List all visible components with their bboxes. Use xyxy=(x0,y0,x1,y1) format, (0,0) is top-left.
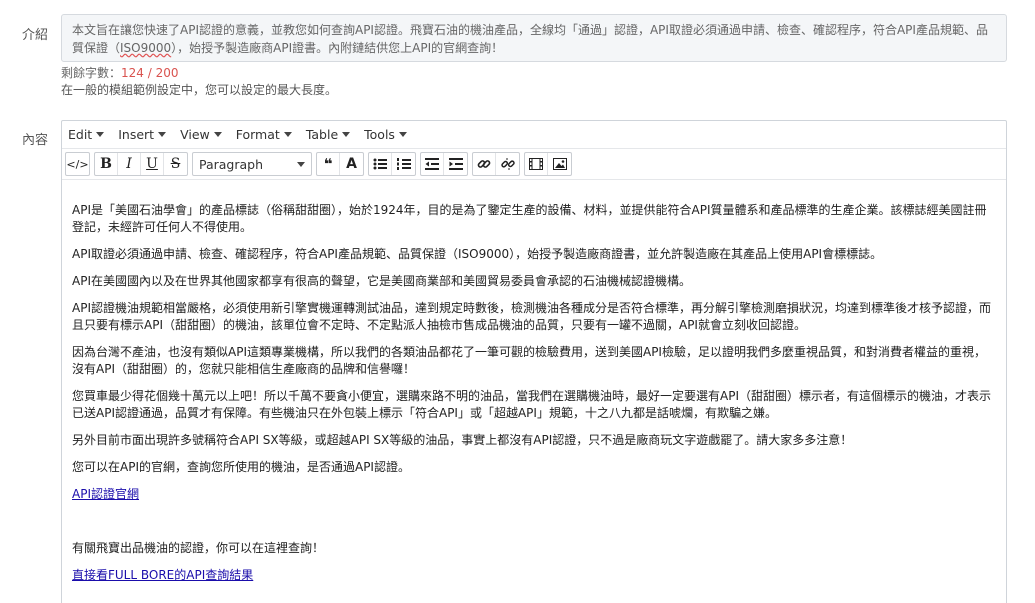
bullet-list-button[interactable] xyxy=(369,153,392,175)
content-paragraph: API是「美國石油學會」的產品標誌（俗稱甜甜圈），始於1924年，目的是為了鑒定… xyxy=(72,203,987,234)
chevron-down-icon xyxy=(96,132,105,137)
char-counter-label: 剩餘字數： xyxy=(61,66,122,80)
menu-format[interactable]: Format xyxy=(236,127,292,142)
intro-text-after: ），始授予製造廠商API證書。內附鏈結供您上API的官網查詢！ xyxy=(171,41,504,55)
content-paragraph: 因為台灣不產油，也沒有類似API這類專業機構，所以我們的各類油品都花了一筆可觀的… xyxy=(72,345,986,376)
bold-button[interactable]: B xyxy=(95,153,118,175)
italic-button[interactable]: I xyxy=(118,153,141,175)
content-paragraph: 有關飛寶出品機油的認證，你可以在這裡查詢！ xyxy=(72,541,325,555)
quote-font-group: ❝ A xyxy=(316,152,364,176)
underline-button[interactable]: U xyxy=(141,153,164,175)
image-icon xyxy=(552,158,567,170)
list-group xyxy=(368,152,416,176)
indent-button[interactable] xyxy=(444,153,467,175)
editor-content[interactable]: API是「美國石油學會」的產品標誌（俗稱甜甜圈），始於1924年，目的是為了鑒定… xyxy=(62,180,1006,584)
strikethrough-button[interactable]: S xyxy=(164,153,187,175)
content-paragraph: API在美國國內以及在世界其他國家都享有很高的聲望，它是美國商業部和美國貿易委員… xyxy=(72,274,691,288)
block-format-select[interactable]: Paragraph xyxy=(193,153,311,175)
editor-toolbar: </> B I U S Paragraph ❝ A xyxy=(62,149,1006,180)
insert-media-button[interactable] xyxy=(525,153,548,175)
content-paragraph: API取證必須通過申請、檢查、確認程序，符合API產品規範、品質保證（ISO90… xyxy=(72,247,883,261)
chevron-down-icon xyxy=(297,161,305,167)
media-group xyxy=(524,152,572,176)
content-paragraph: 您可以在API的官網，查詢您所使用的機油，是否通過API認證。 xyxy=(72,460,410,474)
code-group: </> xyxy=(65,152,90,176)
unlink-button[interactable] xyxy=(496,153,519,175)
intro-label: 介紹 xyxy=(22,28,49,43)
numbered-list-icon xyxy=(396,158,411,170)
menu-tools-label: Tools xyxy=(364,127,395,142)
api-website-link-paragraph: API認證官網 xyxy=(72,486,996,503)
menu-format-label: Format xyxy=(235,127,280,142)
film-icon xyxy=(529,158,543,170)
api-result-link-paragraph: 直接看FULL BORE的API查詢結果 xyxy=(72,567,996,584)
chevron-down-icon xyxy=(342,132,351,137)
blockquote-button[interactable]: ❝ xyxy=(317,153,340,175)
block-format-group: Paragraph xyxy=(192,152,312,176)
intro-hint: 在一般的模組範例設定中，您可以設定的最大長度。 xyxy=(61,83,338,97)
menu-edit-label: Edit xyxy=(68,127,93,142)
menu-table-label: Table xyxy=(305,127,339,142)
bullet-list-icon xyxy=(373,158,387,170)
menu-view-label: View xyxy=(180,127,210,142)
content-paragraph: API認證機油規範相當嚴格，必須使用新引擎實機運轉測試油品，達到規定時數後，檢測… xyxy=(72,301,991,332)
insert-link-button[interactable] xyxy=(473,153,496,175)
full-bore-api-result-link[interactable]: 直接看FULL BORE的API查詢結果 xyxy=(72,568,253,582)
menu-insert[interactable]: Insert xyxy=(118,127,167,142)
insert-image-button[interactable] xyxy=(548,153,571,175)
chevron-down-icon xyxy=(158,132,167,137)
outdent-button[interactable] xyxy=(421,153,444,175)
menu-insert-label: Insert xyxy=(118,127,155,142)
block-format-value: Paragraph xyxy=(199,156,264,172)
content-label: 內容 xyxy=(22,133,49,148)
link-icon xyxy=(477,160,491,168)
source-code-button[interactable]: </> xyxy=(66,153,89,175)
unlink-icon xyxy=(500,158,515,170)
menu-tools[interactable]: Tools xyxy=(364,127,407,142)
menu-edit[interactable]: Edit xyxy=(68,127,105,142)
menu-view[interactable]: View xyxy=(180,127,222,142)
content-paragraph: 您買車最少得花個幾十萬元以上吧！所以千萬不要貪小便宜，選購來路不明的油品，當我們… xyxy=(72,389,991,420)
intro-textarea[interactable]: 本文旨在讓您快速了API認證的意義，並教您如何查詢API認證。飛寶石油的機油產品… xyxy=(61,14,1007,62)
indent-icon xyxy=(448,158,463,170)
chevron-down-icon xyxy=(398,132,407,137)
api-website-link[interactable]: API認證官網 xyxy=(72,487,139,501)
font-button[interactable]: A xyxy=(340,153,363,175)
link-group xyxy=(472,152,520,176)
editor-menubar: Edit Insert View Format Table Tools xyxy=(62,121,1006,149)
char-counter-value: 124 / 200 xyxy=(121,66,179,80)
rich-text-editor: Edit Insert View Format Table Tools </> … xyxy=(61,120,1007,603)
numbered-list-button[interactable] xyxy=(392,153,415,175)
outdent-icon xyxy=(425,158,439,170)
char-counter: 剩餘字數：124 / 200 xyxy=(61,64,179,81)
indent-group xyxy=(420,152,468,176)
content-paragraph: 另外目前市面出現許多號稱符合API SX等級，或超越API SX等級的油品，事實… xyxy=(72,433,853,447)
chevron-down-icon xyxy=(213,132,222,137)
intro-spellcheck-word: ISO9000 xyxy=(120,41,172,55)
chevron-down-icon xyxy=(283,132,292,137)
menu-table[interactable]: Table xyxy=(305,127,351,142)
text-style-group: B I U S xyxy=(94,152,188,176)
